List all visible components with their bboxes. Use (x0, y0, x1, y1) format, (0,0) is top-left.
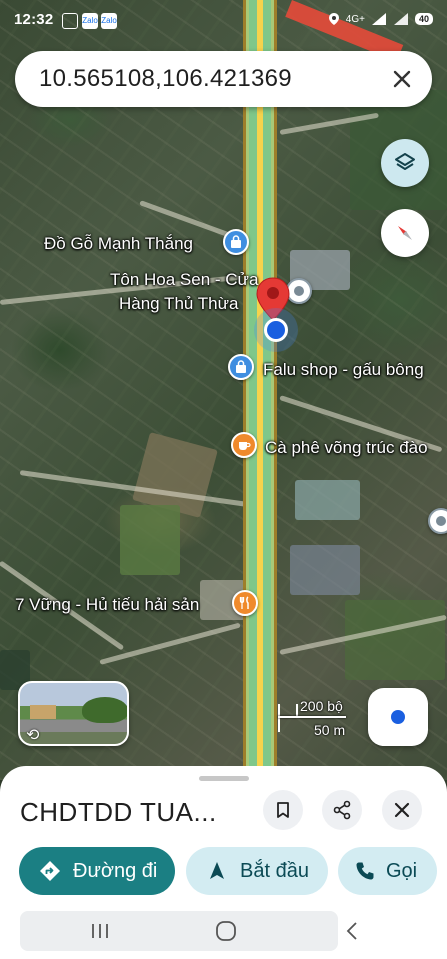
call-label: Gọi (386, 859, 418, 882)
home-icon[interactable] (206, 911, 246, 951)
map-view[interactable]: Đồ Gỗ Mạnh Thắng Tôn Hoa Sen - Cửa Hàng … (0, 0, 447, 780)
field-area (345, 600, 445, 680)
nav-bar-background (20, 911, 338, 951)
poi-label[interactable]: Cà phê võng trúc đào (265, 438, 428, 458)
navigation-arrow-icon (204, 858, 230, 884)
directions-button[interactable]: Đường đi (19, 847, 175, 895)
search-query[interactable]: 10.565108,106.421369 (15, 65, 380, 93)
save-button[interactable] (263, 790, 303, 830)
rotate-360-icon: ⟲ (26, 727, 40, 744)
status-bar: 12:32 Zalo Zalo 4G+ 40 (0, 0, 447, 42)
poi-label[interactable]: Đồ Gỗ Mạnh Thắng (44, 234, 193, 254)
call-button[interactable]: Gọi (338, 847, 437, 895)
battery-indicator: 40 (414, 13, 433, 25)
status-time: 12:32 (14, 11, 54, 28)
scale-feet: 200 bộ (300, 698, 343, 714)
layers-button[interactable] (381, 139, 429, 187)
my-location-dot (264, 318, 288, 342)
drag-handle[interactable] (199, 776, 249, 781)
shopping-bag-icon[interactable] (228, 354, 254, 380)
location-icon (328, 13, 339, 25)
zalo-app-icon: Zalo (101, 13, 117, 29)
place-marker-icon[interactable] (428, 508, 447, 534)
my-location-icon (391, 710, 405, 724)
close-sheet-button[interactable] (382, 790, 422, 830)
compass-button[interactable] (381, 209, 429, 257)
map-scale: 200 bộ 50 m (274, 696, 352, 742)
search-bar[interactable]: 10.565108,106.421369 (15, 51, 432, 107)
recents-icon[interactable] (80, 911, 120, 951)
phone-icon (352, 858, 378, 884)
signal-icon (393, 13, 408, 25)
start-navigation-button[interactable]: Bắt đầu (186, 847, 328, 895)
bookmark-icon (277, 802, 289, 818)
compass-icon (398, 226, 412, 240)
directions-label: Đường đi (73, 859, 158, 882)
poi-label[interactable]: 7 Vững - Hủ tiếu hải sản (15, 595, 199, 615)
layers-icon (395, 153, 415, 170)
field-area (120, 505, 180, 575)
directions-diamond-icon (37, 858, 63, 884)
zalo-app-icon: Zalo (82, 13, 98, 29)
building-area (290, 545, 360, 595)
place-title: CHDTDD TUA... (20, 797, 217, 827)
share-button[interactable] (322, 790, 362, 830)
back-icon[interactable] (338, 911, 366, 951)
share-icon (333, 800, 351, 820)
coffee-cup-icon[interactable] (231, 432, 257, 458)
location-pin-icon (254, 276, 292, 322)
poi-label[interactable]: Tôn Hoa Sen - Cửa (110, 270, 258, 290)
main-road (243, 0, 277, 780)
close-icon[interactable] (380, 57, 424, 101)
signal-icon (371, 13, 386, 25)
shopping-bag-icon[interactable] (223, 229, 249, 255)
start-label: Bắt đầu (240, 859, 309, 882)
building-area (295, 480, 360, 520)
network-type: 4G+ (345, 13, 365, 25)
scale-meters: 50 m (314, 722, 346, 738)
street-view-thumbnail[interactable]: ⟲ (18, 681, 129, 746)
restaurant-fork-knife-icon[interactable] (232, 590, 258, 616)
screen-record-icon (62, 13, 78, 29)
poi-label[interactable]: Hàng Thủ Thừa (119, 294, 238, 314)
my-location-button[interactable] (368, 688, 428, 746)
poi-label[interactable]: Falu shop - gấu bông (263, 360, 424, 380)
close-icon (394, 802, 410, 818)
